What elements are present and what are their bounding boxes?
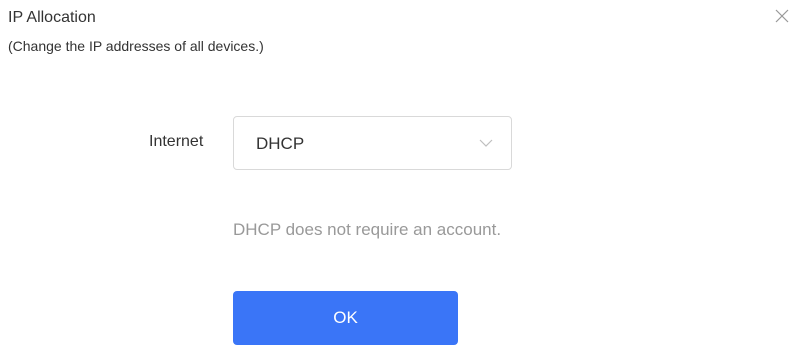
internet-select[interactable]: DHCP: [233, 116, 512, 170]
internet-label: Internet: [149, 133, 204, 150]
dialog-title: IP Allocation: [8, 9, 96, 26]
dhcp-hint-text: DHCP does not require an account.: [233, 220, 502, 239]
internet-select-value: DHCP: [256, 134, 305, 153]
ip-allocation-dialog: IP Allocation (Change the IP addresses o…: [0, 0, 792, 345]
chevron-down-icon: [479, 138, 493, 148]
dialog-subtitle: (Change the IP addresses of all devices.…: [8, 38, 264, 54]
ok-button[interactable]: OK: [233, 291, 458, 345]
close-icon[interactable]: [775, 9, 789, 23]
